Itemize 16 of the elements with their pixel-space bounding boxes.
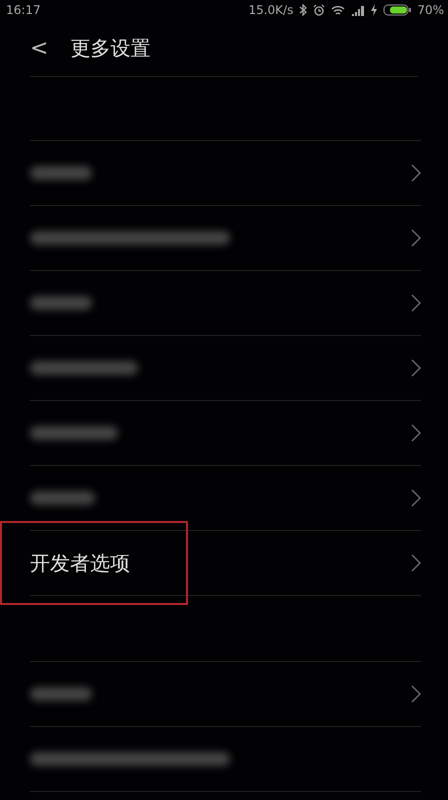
bluetooth-icon xyxy=(299,4,308,16)
setting-label[interactable]: 开发者选项 xyxy=(30,550,130,576)
battery-percent: 70% xyxy=(417,3,444,17)
page-title: 更多设置 xyxy=(70,34,150,62)
back-button[interactable]: < xyxy=(30,36,48,60)
signal-icon xyxy=(351,4,366,16)
blurred-label xyxy=(30,296,92,310)
charging-icon xyxy=(371,4,378,16)
network-speed: 15.0K/s xyxy=(248,3,294,17)
blurred-label xyxy=(30,687,92,701)
battery-icon xyxy=(383,4,412,16)
clock-time: 16:17 xyxy=(6,3,41,17)
alarm-icon xyxy=(313,4,326,16)
blurred-label xyxy=(30,166,92,180)
wifi-icon xyxy=(331,4,346,16)
blurred-label xyxy=(30,491,95,505)
